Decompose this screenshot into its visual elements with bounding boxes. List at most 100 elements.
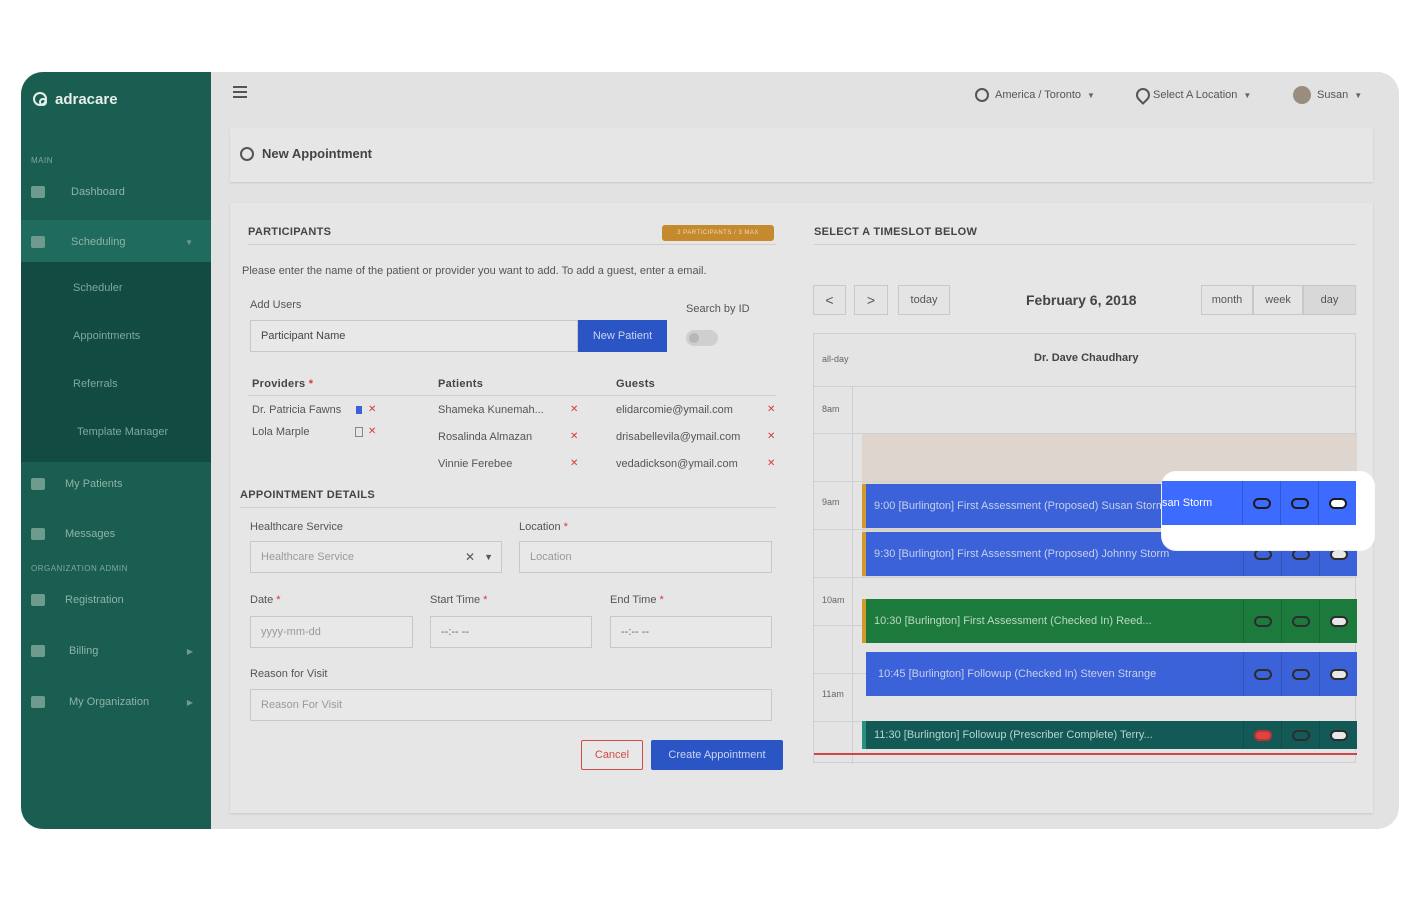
patients-header: Patients (438, 378, 484, 390)
calendar-event[interactable]: 11:30 [Burlington] Followup (Prescriber … (862, 721, 1357, 749)
location-label-text: Location (519, 521, 561, 533)
message-icon (31, 528, 45, 540)
remove-patient-icon[interactable]: ✕ (570, 404, 578, 415)
event-actions (1243, 652, 1357, 696)
day-view-button[interactable]: day (1303, 285, 1356, 315)
sidebar-item-messages[interactable]: Messages (21, 512, 211, 556)
clear-icon[interactable]: ✕ (465, 550, 475, 564)
video-call-icon[interactable] (1243, 652, 1281, 696)
provider-item: Lola Marple (252, 426, 310, 438)
sidebar-item-dashboard[interactable]: Dashboard (21, 170, 211, 214)
date-input[interactable]: yyyy-mm-dd (250, 616, 413, 648)
start-time-input[interactable]: --:-- -- (430, 616, 592, 648)
chat-icon[interactable] (1281, 599, 1319, 643)
prev-button[interactable]: < (813, 285, 846, 315)
remove-provider-icon[interactable]: ✕ (368, 426, 376, 437)
video-call-icon[interactable] (1243, 599, 1281, 643)
sidebar-subitem-label: Referrals (73, 378, 118, 390)
location-selector[interactable]: Select A Location ▼ (1135, 84, 1251, 106)
remove-guest-icon[interactable]: ✕ (767, 404, 775, 415)
remove-patient-icon[interactable]: ✕ (570, 458, 578, 469)
highlighted-event-actions[interactable]: san Storm (1162, 481, 1356, 525)
hamburger-menu-icon[interactable] (233, 86, 247, 98)
cancel-button[interactable]: Cancel (581, 740, 643, 770)
toggle-icon[interactable] (1318, 481, 1356, 525)
date-label: Date * (250, 594, 281, 606)
time-gutter (852, 386, 853, 764)
scheduling-submenu: Scheduler Appointments Referrals Templat… (21, 262, 211, 462)
chevron-down-icon: ▼ (1354, 90, 1363, 100)
new-patient-button[interactable]: New Patient (578, 320, 667, 352)
sidebar-item-scheduling[interactable]: Scheduling ▼ (21, 220, 211, 264)
guest-item: drisabellevila@ymail.com (616, 431, 741, 443)
participants-count-badge: 3 PARTICIPANTS / 3 MAX (662, 225, 774, 241)
location-label: Location * (519, 521, 568, 533)
page-title-card: New Appointment (230, 128, 1373, 182)
timezone-selector[interactable]: America / Toronto ▼ (975, 84, 1095, 106)
location-input[interactable]: Location (519, 541, 772, 573)
remove-provider-icon[interactable]: ✕ (368, 404, 376, 415)
providers-header: Providers * (252, 378, 314, 390)
provider-item: Dr. Patricia Fawns (252, 404, 342, 416)
chat-icon[interactable] (1281, 652, 1319, 696)
chat-icon[interactable] (1280, 481, 1318, 525)
toggle-icon[interactable] (1319, 721, 1357, 749)
search-by-id-toggle[interactable] (686, 330, 718, 346)
event-text: 11:30 [Burlington] Followup (Prescriber … (874, 729, 1153, 741)
sidebar-subitem-template-manager[interactable]: Template Manager (21, 408, 211, 456)
sidebar-subitem-label: Template Manager (77, 426, 169, 438)
brand-logo[interactable]: adracare (31, 88, 118, 110)
divider (240, 507, 776, 508)
user-menu[interactable]: Susan ▼ (1293, 84, 1362, 106)
end-time-input[interactable]: --:-- -- (610, 616, 772, 648)
bookmark-icon (356, 406, 362, 414)
chevron-right-icon: ▶ (186, 646, 193, 656)
sidebar-subitem-scheduler[interactable]: Scheduler (21, 264, 211, 312)
sidebar-subitem-appointments[interactable]: Appointments (21, 312, 211, 360)
next-button[interactable]: > (854, 285, 888, 315)
sidebar-item-label: Dashboard (71, 186, 125, 198)
sidebar-section-org: ORGANIZATION ADMIN (31, 564, 128, 573)
sidebar-item-label: Billing (69, 645, 99, 657)
slot-label-11am: 11am (822, 689, 844, 699)
sidebar-item-billing[interactable]: Billing ▶ (21, 629, 211, 673)
sidebar-item-my-organization[interactable]: My Organization ▶ (21, 680, 211, 724)
sidebar-subitem-label: Appointments (73, 330, 141, 342)
remove-guest-icon[interactable]: ✕ (767, 458, 775, 469)
sidebar-item-registration[interactable]: Registration (21, 578, 211, 622)
search-by-id-label: Search by ID (686, 303, 750, 315)
event-text: 9:00 [Burlington] First Assessment (Prop… (874, 500, 1166, 512)
event-text: 9:30 [Burlington] First Assessment (Prop… (874, 548, 1170, 560)
chat-icon[interactable] (1281, 721, 1319, 749)
calendar-event[interactable]: 10:30 [Burlington] First Assessment (Che… (862, 599, 1357, 643)
avatar (1293, 86, 1311, 104)
week-view-button[interactable]: week (1253, 285, 1303, 315)
create-appointment-button[interactable]: Create Appointment (651, 740, 783, 770)
remove-guest-icon[interactable]: ✕ (767, 431, 775, 442)
add-users-input[interactable]: Participant Name (250, 320, 578, 352)
divider (248, 395, 776, 396)
grid-line (814, 386, 1357, 387)
calendar-event[interactable]: 10:45 [Burlington] Followup (Checked In)… (866, 652, 1357, 696)
toggle-icon[interactable] (1319, 652, 1357, 696)
remove-patient-icon[interactable]: ✕ (570, 431, 578, 442)
chevron-down-icon: ▼ (484, 552, 493, 562)
video-call-icon[interactable] (1242, 481, 1280, 525)
person-icon (31, 478, 45, 490)
providers-header-text: Providers (252, 378, 306, 390)
event-status-bar (862, 599, 866, 643)
all-day-label: all-day (822, 354, 849, 364)
reason-input[interactable]: Reason For Visit (250, 689, 772, 721)
brand-name: adracare (55, 90, 118, 108)
toggle-icon[interactable] (1319, 599, 1357, 643)
sidebar-item-my-patients[interactable]: My Patients (21, 462, 211, 506)
sidebar-subitem-referrals[interactable]: Referrals (21, 360, 211, 408)
calendar-header: SELECT A TIMESLOT BELOW (814, 226, 978, 238)
today-button[interactable]: today (898, 285, 950, 315)
month-view-button[interactable]: month (1201, 285, 1253, 315)
video-call-icon[interactable] (1243, 721, 1281, 749)
healthcare-service-select[interactable]: Healthcare Service ✕ ▼ (250, 541, 502, 573)
chevron-down-icon: ▼ (185, 237, 193, 247)
app-window: adracare MAIN Dashboard Scheduling ▼ Sch… (21, 72, 1399, 829)
appointment-details-header: APPOINTMENT DETAILS (240, 489, 376, 501)
